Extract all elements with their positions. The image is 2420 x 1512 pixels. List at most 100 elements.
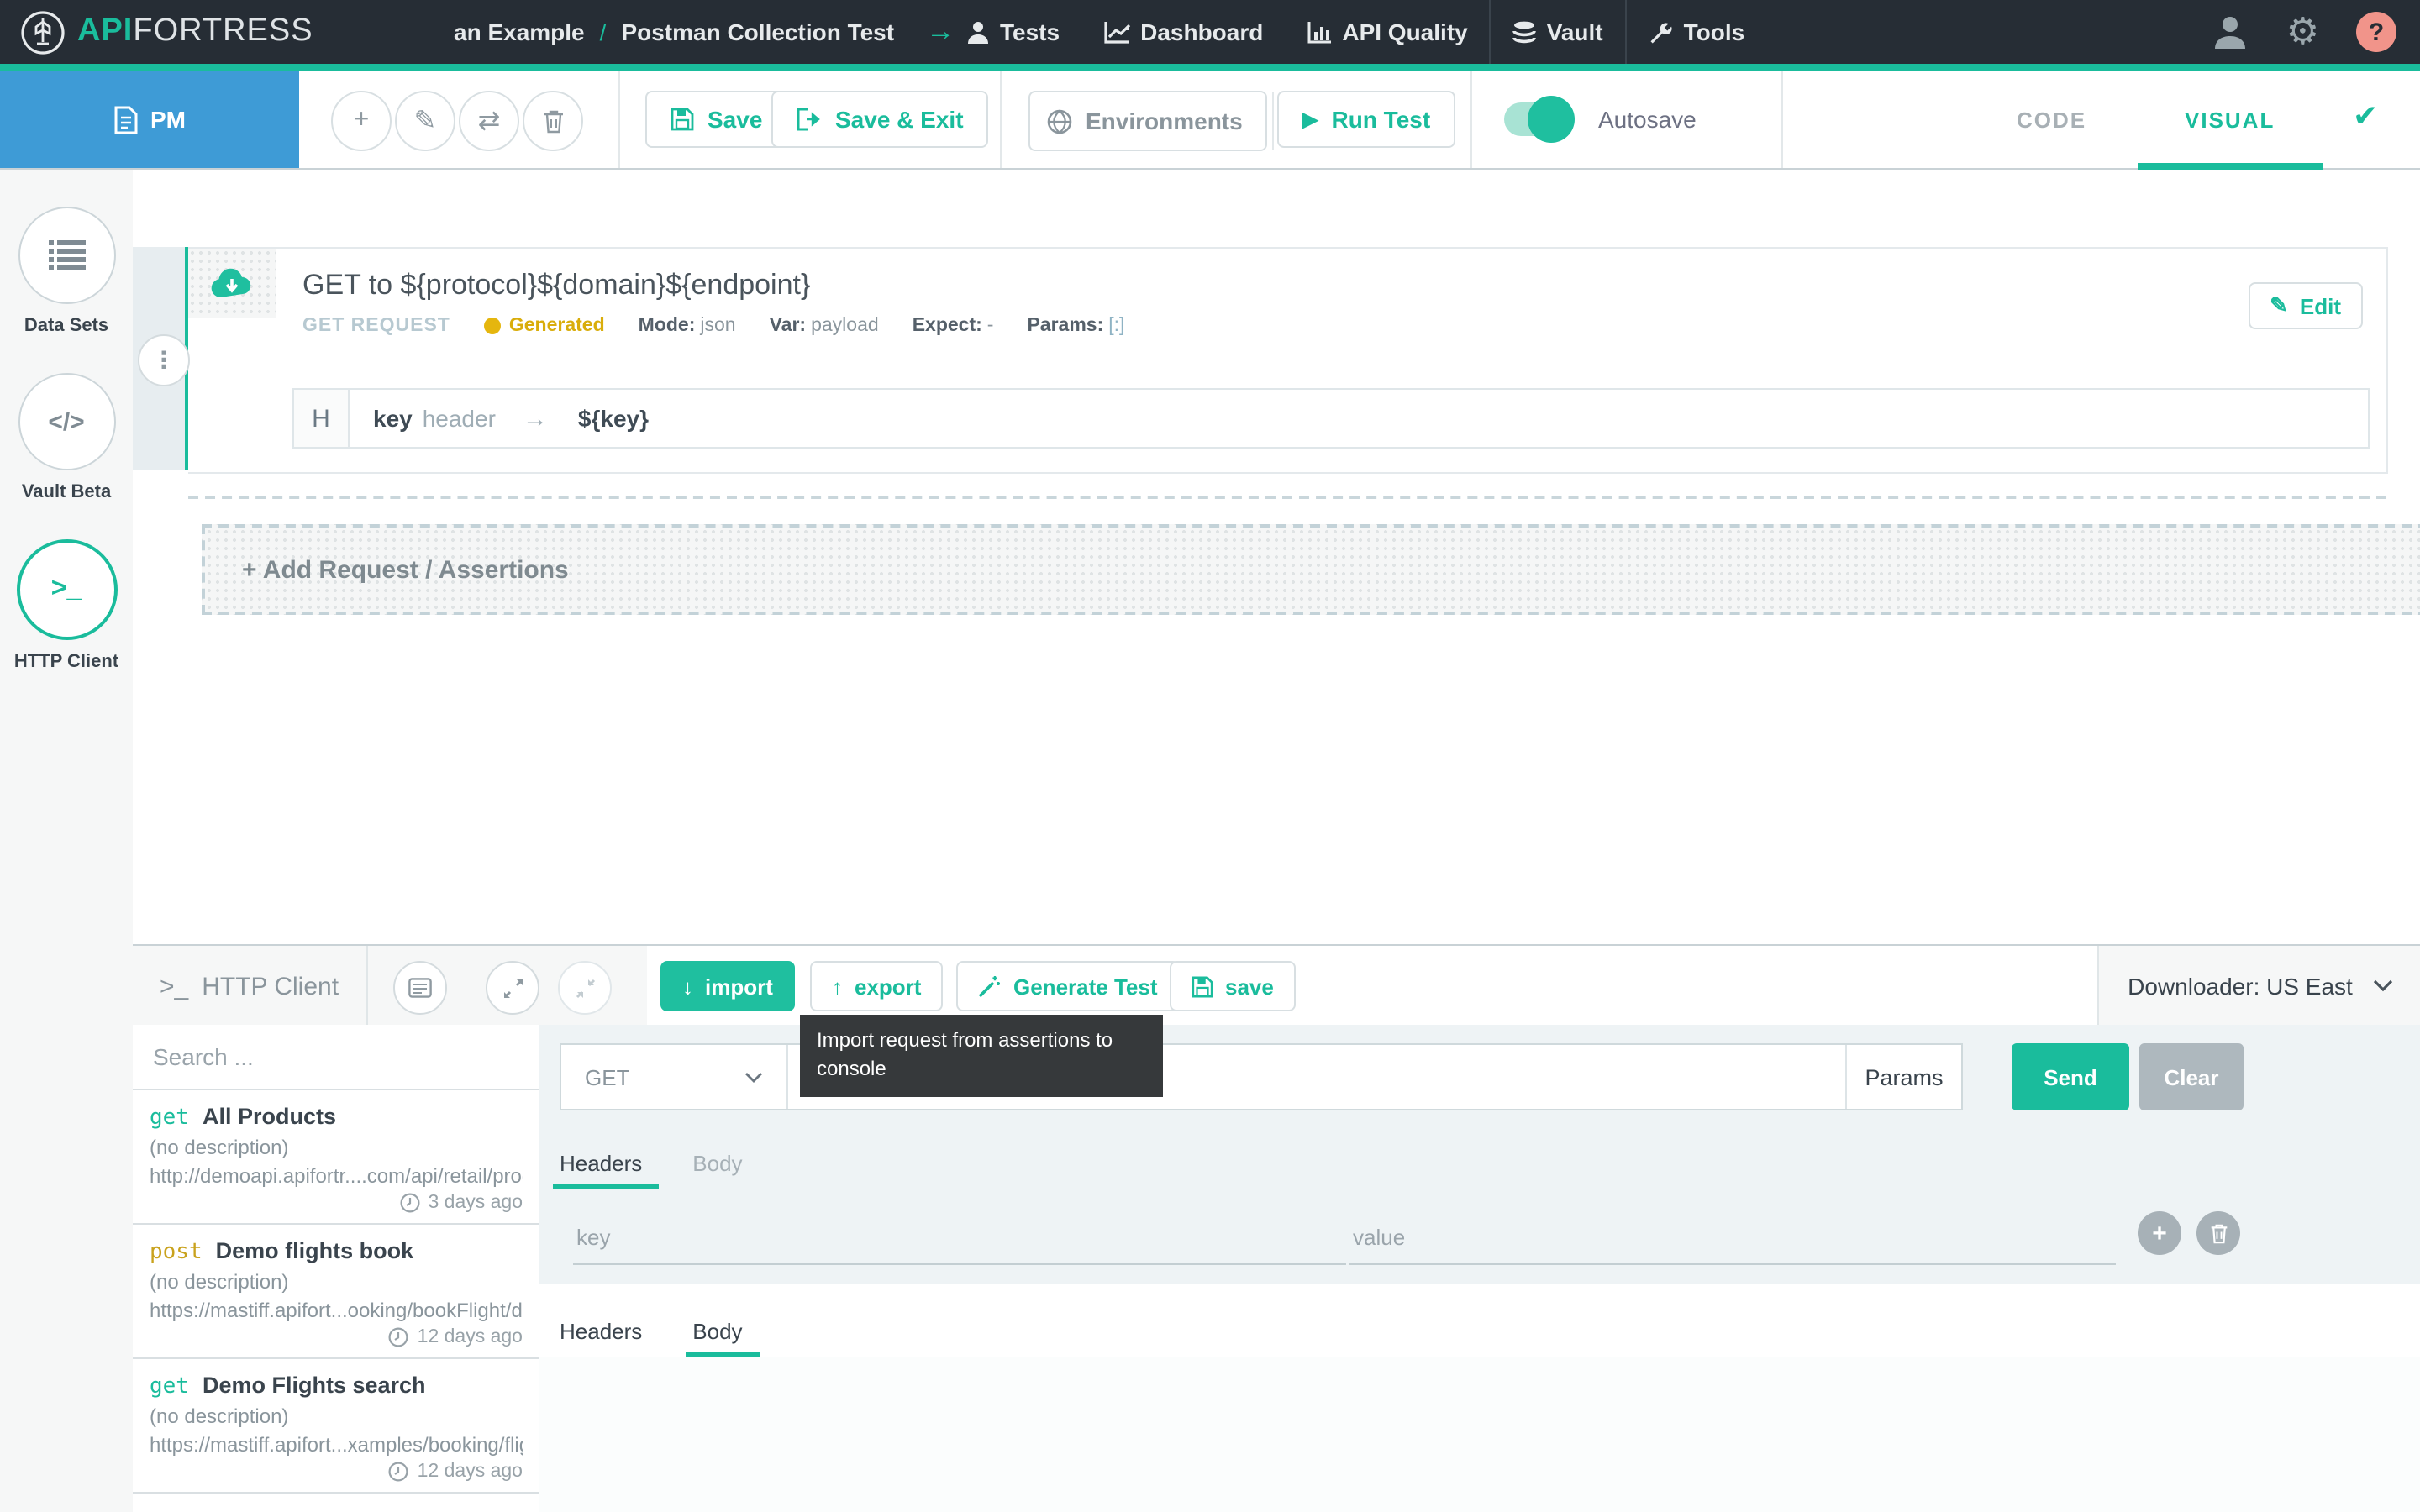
left-sidebar: Data Sets </> Vault Beta >_ HTTP Client — [0, 170, 134, 1512]
tab-visual[interactable]: VISUAL — [2185, 108, 2275, 133]
request-description: (no description) — [150, 1270, 523, 1294]
response-tabs: Headers Body — [539, 1297, 2420, 1357]
meta-expect: Expect:- — [913, 316, 994, 336]
response-area — [539, 1357, 2420, 1512]
expand-panel-button[interactable] — [486, 961, 539, 1015]
add-component-button[interactable]: + — [331, 91, 392, 151]
request-age: 12 days ago — [150, 1327, 523, 1347]
request-list-item[interactable]: getAll Products (no description) http://… — [133, 1090, 539, 1225]
toolbar-divider — [1470, 71, 1472, 168]
edit-button[interactable]: ✎ Edit — [2248, 282, 2363, 329]
header-variable-row[interactable]: H key header → ${key} — [292, 388, 2370, 449]
request-list-item[interactable]: getDemo Flights search (no description) … — [133, 1359, 539, 1494]
method-select[interactable]: GET — [561, 1045, 788, 1109]
sidebar-item-vault-beta[interactable]: </> Vault Beta — [0, 373, 133, 502]
clear-button[interactable]: Clear — [2139, 1043, 2244, 1110]
tab-response-body[interactable]: Body — [692, 1319, 742, 1357]
delete-button[interactable] — [523, 91, 583, 151]
tab-code[interactable]: CODE — [2017, 108, 2086, 133]
autosave-toggle[interactable] — [1504, 102, 1571, 136]
params-button[interactable]: Params — [1845, 1045, 1961, 1109]
help-icon[interactable]: ? — [2356, 12, 2396, 52]
save-exit-button[interactable]: Save & Exit — [771, 91, 989, 148]
edit-component-button[interactable]: ✎ — [395, 91, 455, 151]
visual-tab-underline — [2138, 163, 2323, 170]
request-tabs: Headers Body — [539, 1129, 2420, 1189]
header-value-input[interactable] — [1349, 1210, 2116, 1265]
request-title: GET to ${protocol}${domain}${endpoint} — [302, 269, 810, 302]
reorder-button[interactable]: ⇄ — [459, 91, 519, 151]
add-header-button[interactable]: + — [2138, 1211, 2181, 1255]
generate-test-button[interactable]: Generate Test — [956, 961, 1180, 1011]
tab-request-body[interactable]: Body — [692, 1151, 742, 1189]
request-list-item[interactable]: postDemo flights book (no description) h… — [133, 1225, 539, 1359]
export-button[interactable]: ↑ export — [810, 961, 943, 1011]
arrow-up-icon: ↑ — [832, 974, 843, 999]
sidebar-item-label: HTTP Client — [14, 652, 118, 672]
request-age: 12 days ago — [150, 1462, 523, 1482]
nav-items: Tests Dashboard API Quality Vault Tools — [944, 0, 1766, 64]
request-meta: GET REQUEST Generated Mode:json Var:payl… — [302, 316, 1124, 336]
header-key-suffix: header — [423, 405, 496, 432]
autosave-label: Autosave — [1598, 106, 1697, 133]
nav-item-tests[interactable]: Tests — [944, 0, 1081, 64]
request-url: https://mastiff.apifort...ooking/bookFli… — [150, 1299, 523, 1322]
breadcrumb-test[interactable]: Postman Collection Test — [621, 18, 894, 45]
autosave-control: Autosave — [1504, 102, 1697, 136]
client-save-button[interactable]: save — [1170, 961, 1296, 1011]
header-key-input[interactable] — [573, 1210, 1346, 1265]
sidebar-item-label: Data Sets — [24, 316, 108, 336]
saved-requests-panel: getAll Products (no description) http://… — [133, 1025, 541, 1512]
save-button[interactable]: Save — [645, 91, 787, 148]
nav-item-label: API Quality — [1342, 18, 1467, 45]
nav-item-vault[interactable]: Vault — [1491, 0, 1625, 64]
collapse-panel-button[interactable] — [558, 961, 612, 1015]
send-button[interactable]: Send — [2012, 1043, 2129, 1110]
downloader-dropdown[interactable]: Downloader: US East — [2097, 946, 2420, 1026]
dashboard-chart-icon — [1103, 20, 1130, 44]
tab-response-headers[interactable]: Headers — [560, 1319, 642, 1357]
arrow-right-icon: → — [523, 404, 548, 433]
request-name: Demo Flights search — [203, 1373, 426, 1398]
user-profile-icon[interactable] — [2212, 13, 2249, 50]
test-toolbar: PM + ✎ ⇄ Save Save & Exit Environments ▶… — [0, 71, 2420, 170]
request-description: (no description) — [150, 1136, 523, 1159]
search-row — [133, 1025, 539, 1090]
remove-header-button[interactable] — [2196, 1211, 2240, 1255]
console-log-button[interactable] — [393, 961, 447, 1015]
plus-icon: + — [2152, 1219, 2167, 1247]
add-request-assertions-button[interactable]: + Add Request / Assertions — [202, 524, 2420, 615]
meta-var: Var:payload — [770, 316, 879, 336]
clock-icon — [399, 1193, 419, 1213]
panel-divider — [366, 946, 368, 1026]
header-key: key — [373, 405, 413, 432]
swap-arrows-icon: ⇄ — [478, 104, 501, 138]
nav-item-api-quality[interactable]: API Quality — [1285, 0, 1489, 64]
run-test-button[interactable]: ▶ Run Test — [1277, 91, 1455, 148]
settings-gear-icon[interactable]: ⚙ — [2286, 13, 2319, 50]
brand-logo[interactable]: APIFORTRESS — [20, 0, 313, 64]
header-value: ${key} — [578, 405, 649, 432]
kebab-icon: ⋮ — [152, 346, 176, 375]
header-type-cell: H — [294, 390, 350, 447]
test-composer-canvas: ⋮ GET to ${protocol}${domain}${endpoint}… — [133, 170, 2420, 944]
request-component-card[interactable]: GET to ${protocol}${domain}${endpoint} G… — [188, 247, 2388, 474]
sidebar-item-data-sets[interactable]: Data Sets — [0, 207, 133, 336]
saved-check-icon: ✔ — [2353, 99, 2378, 134]
sidebar-item-http-client[interactable]: >_ HTTP Client — [0, 539, 133, 672]
environments-dropdown[interactable]: Environments — [1028, 91, 1267, 151]
meta-params: Params:[:] — [1027, 316, 1124, 336]
tab-pm[interactable]: PM — [0, 71, 299, 168]
nav-item-label: Dashboard — [1140, 18, 1263, 45]
nav-item-tools[interactable]: Tools — [1627, 0, 1767, 64]
brand-text: APIFORTRESS — [77, 13, 313, 50]
component-menu-button[interactable]: ⋮ — [138, 334, 190, 386]
toolbar-divider — [1781, 71, 1783, 168]
import-button[interactable]: ↓ import — [660, 961, 795, 1011]
nav-item-dashboard[interactable]: Dashboard — [1081, 0, 1285, 64]
tab-request-headers[interactable]: Headers — [560, 1151, 642, 1189]
search-input[interactable] — [150, 1042, 523, 1072]
breadcrumb-project[interactable]: an Example — [454, 18, 585, 45]
exit-icon — [797, 108, 822, 131]
trash-icon — [542, 108, 564, 134]
